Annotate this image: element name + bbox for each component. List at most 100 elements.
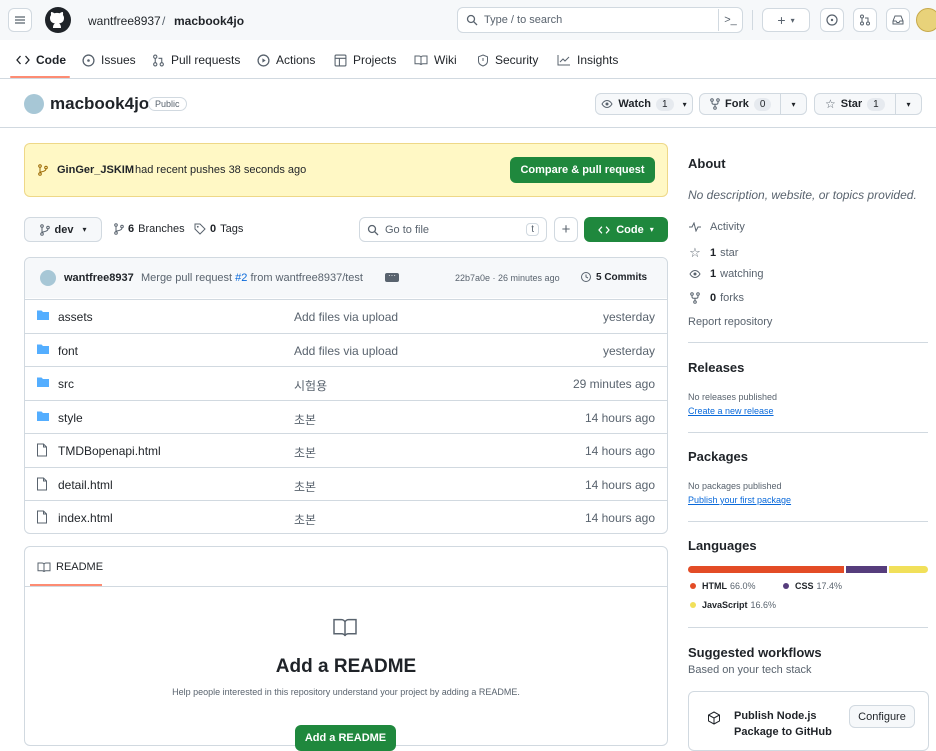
language-dot <box>783 583 789 589</box>
star-button[interactable]: ☆ Star 1 ▾ <box>814 93 922 115</box>
code-button[interactable]: Code ▾ <box>584 217 668 242</box>
github-logo-icon[interactable] <box>44 6 72 34</box>
star-caret-icon[interactable]: ▾ <box>895 94 921 114</box>
watchers-link[interactable]: 1 watching <box>688 268 764 280</box>
tab-insights[interactable]: Insights <box>557 52 618 68</box>
fork-caret-icon[interactable]: ▾ <box>780 94 806 114</box>
folder-icon <box>36 376 50 388</box>
file-name[interactable]: detail.html <box>58 478 113 492</box>
file-commit-message[interactable]: Add files via upload <box>294 310 398 324</box>
file-commit-message[interactable]: 시험용 <box>294 377 327 394</box>
file-commit-message[interactable]: 초본 <box>294 444 316 461</box>
create-release-link[interactable]: Create a new release <box>688 406 774 416</box>
workflows-subtitle: Based on your tech stack <box>688 664 812 676</box>
language-css[interactable]: CSS 17.4% <box>783 581 842 591</box>
branches-link[interactable]: 6 Branches <box>114 223 185 235</box>
ellipsis-icon[interactable]: ··· <box>385 272 399 282</box>
create-new-button[interactable]: + ▾ <box>762 8 810 32</box>
commit-author[interactable]: wantfree8937 <box>64 272 134 284</box>
file-row[interactable]: detail.html 초본 14 hours ago <box>24 466 667 500</box>
tab-wiki[interactable]: Wiki <box>414 52 457 68</box>
file-name[interactable]: style <box>58 411 83 425</box>
file-commit-message[interactable]: Add files via upload <box>294 344 398 358</box>
code-icon <box>598 225 611 235</box>
tab-issues[interactable]: Issues <box>82 52 136 68</box>
file-row[interactable]: font Add files via upload yesterday <box>24 332 667 366</box>
add-readme-button[interactable]: Add a README <box>295 725 396 751</box>
stars-link[interactable]: ☆ 1 star <box>688 245 738 261</box>
tab-actions[interactable]: Actions <box>257 52 315 68</box>
banner-branch-name[interactable]: GinGer_JSKIM <box>57 164 134 176</box>
inbox-button[interactable] <box>886 8 910 32</box>
star-icon: ☆ <box>689 245 701 260</box>
readme-tab[interactable]: README <box>56 561 103 573</box>
configure-button[interactable]: Configure <box>849 705 915 728</box>
tag-icon <box>194 223 206 235</box>
plus-icon: + <box>561 221 571 238</box>
eye-icon <box>601 99 613 109</box>
watch-button[interactable]: Watch 1 ▾ <box>595 93 693 115</box>
repo-name[interactable]: macbook4jo <box>50 94 149 114</box>
fork-icon <box>710 98 720 110</box>
file-commit-message[interactable]: 초본 <box>294 511 316 528</box>
commit-avatar[interactable] <box>40 270 56 286</box>
file-row[interactable]: src 시험용 29 minutes ago <box>24 366 667 399</box>
file-name[interactable]: src <box>58 377 74 391</box>
tab-pull-requests[interactable]: Pull requests <box>152 52 240 68</box>
file-row[interactable]: index.html 초본 14 hours ago <box>24 500 667 533</box>
releases-heading[interactable]: Releases <box>688 360 744 375</box>
file-row[interactable]: assets Add files via upload yesterday <box>24 299 667 332</box>
commits-link[interactable]: 5 Commits <box>580 271 647 283</box>
file-name[interactable]: TMDBopenapi.html <box>58 444 161 458</box>
packages-heading[interactable]: Packages <box>688 449 748 464</box>
copilot-button[interactable] <box>820 8 844 32</box>
tags-link[interactable]: 0 Tags <box>194 223 243 235</box>
compare-pull-request-button[interactable]: Compare & pull request <box>510 157 655 183</box>
breadcrumb-owner[interactable]: wantfree8937 <box>88 14 161 28</box>
breadcrumb-repo[interactable]: macbook4jo <box>174 14 244 28</box>
forks-link[interactable]: 0 forks <box>688 292 744 304</box>
file-name[interactable]: assets <box>58 310 93 324</box>
add-file-button[interactable]: + <box>554 217 578 242</box>
sidebar-divider <box>688 521 928 522</box>
file-icon <box>36 510 48 524</box>
folder-icon <box>36 410 50 422</box>
pull-requests-button[interactable] <box>853 8 877 32</box>
caret-down-icon: ▾ <box>649 225 654 234</box>
tab-projects[interactable]: Projects <box>334 52 396 68</box>
workflows-heading: Suggested workflows <box>688 645 822 660</box>
tab-code[interactable]: Code <box>16 52 66 68</box>
language-html[interactable]: HTML 66.0% <box>690 581 756 591</box>
language-bar-segment <box>688 566 844 573</box>
commit-meta[interactable]: 22b7a0e · 26 minutes ago <box>455 273 560 283</box>
language-javascript[interactable]: JavaScript 16.6% <box>690 600 776 610</box>
search-icon <box>466 14 478 26</box>
pull-request-icon <box>859 14 871 26</box>
code-icon <box>16 54 30 66</box>
file-row[interactable]: TMDBopenapi.html 초본 14 hours ago <box>24 433 667 466</box>
branch-select[interactable]: dev ▾ <box>24 217 102 242</box>
pr-link[interactable]: #2 <box>235 272 247 284</box>
fork-button[interactable]: Fork 0 ▾ <box>699 93 807 115</box>
graph-icon <box>557 54 571 66</box>
file-row[interactable]: style 초본 14 hours ago <box>24 399 667 433</box>
repo-avatar <box>24 94 44 114</box>
file-commit-message[interactable]: 초본 <box>294 478 316 495</box>
visibility-badge: Public <box>148 97 187 111</box>
issue-icon <box>826 14 838 26</box>
file-name[interactable]: index.html <box>58 511 113 525</box>
menu-button[interactable] <box>8 8 32 32</box>
commit-message[interactable]: Merge pull request #2 from wantfree8937/… <box>141 272 363 284</box>
command-palette-icon[interactable]: >_ <box>718 9 742 31</box>
publish-package-link[interactable]: Publish your first package <box>688 495 791 505</box>
activity-link[interactable]: Activity <box>688 221 745 233</box>
file-commit-message[interactable]: 초본 <box>294 411 316 428</box>
no-releases-text: No releases published <box>688 392 778 402</box>
file-name[interactable]: font <box>58 344 78 358</box>
search-input[interactable]: Type / to search >_ <box>457 7 743 33</box>
plus-icon: + <box>777 12 786 28</box>
report-repository-link[interactable]: Report repository <box>688 316 772 328</box>
go-to-file-input[interactable]: Go to file t <box>359 217 547 242</box>
avatar[interactable] <box>916 8 936 32</box>
tab-security[interactable]: Security <box>477 52 538 68</box>
